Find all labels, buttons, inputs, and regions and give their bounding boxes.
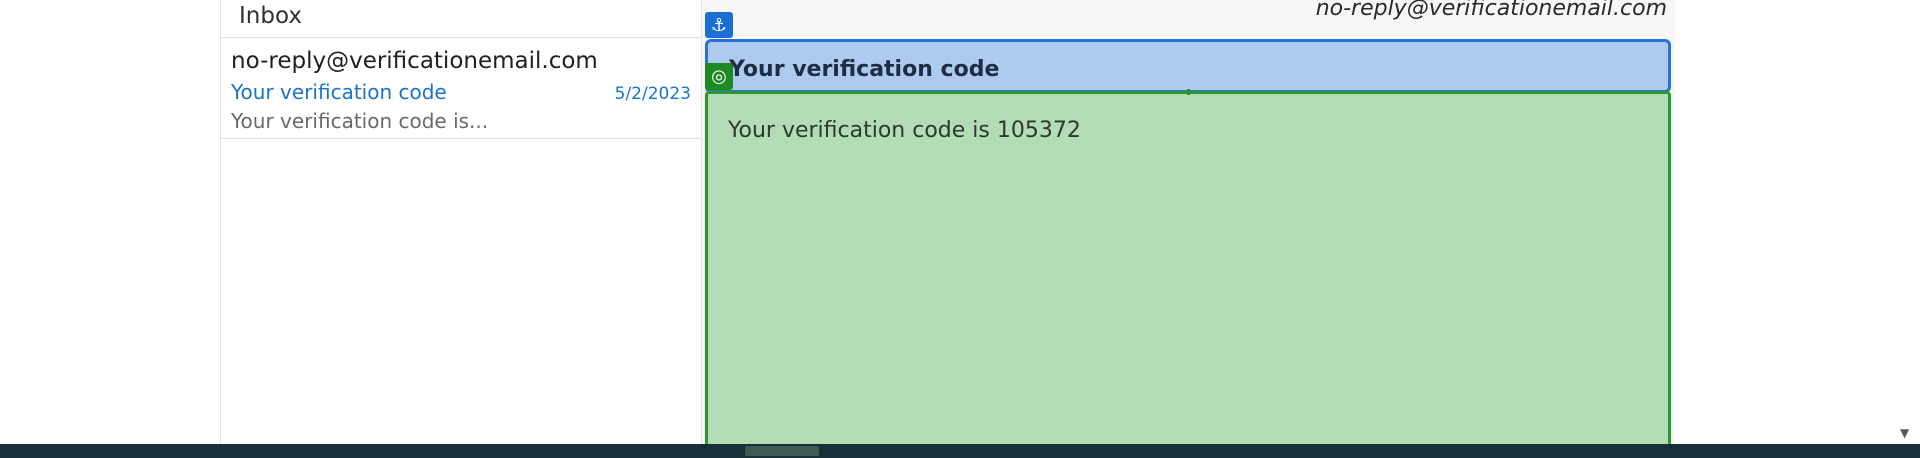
message-preview: Your verification code is... [231, 108, 489, 133]
list-item[interactable]: no-reply@verificationemail.com Your veri… [221, 38, 701, 139]
message-subject-row: Your verification code 5/2/2023 [231, 80, 691, 104]
message-subject: Your verification code [231, 79, 447, 104]
message-sender: no-reply@verificationemail.com [231, 48, 598, 74]
message-date: 5/2/2023 [614, 83, 691, 104]
reader-from: no-reply@verificationemail.com [1315, 0, 1667, 21]
reader-subject: Your verification code [729, 57, 1000, 82]
taskbar [0, 444, 1920, 458]
anchor-icon[interactable]: ⚓ [705, 12, 733, 38]
target-icon[interactable]: ◎ [705, 63, 733, 90]
reader-body-box[interactable]: Your verification code is 105372 [705, 91, 1671, 458]
mail-app: Inbox no-reply@verificationemail.com You… [0, 0, 1920, 458]
reader-body: Your verification code is 105372 [728, 118, 1081, 143]
taskbar-scroll-thumb[interactable] [745, 446, 819, 456]
message-list-pane: Inbox no-reply@verificationemail.com You… [220, 0, 701, 444]
scroll-down-icon[interactable]: ▼ [1900, 426, 1909, 440]
resize-handle[interactable] [1187, 89, 1190, 95]
reader-subject-box[interactable]: Your verification code [705, 39, 1671, 93]
folder-title: Inbox [239, 3, 302, 29]
folder-header: Inbox [221, 0, 701, 38]
